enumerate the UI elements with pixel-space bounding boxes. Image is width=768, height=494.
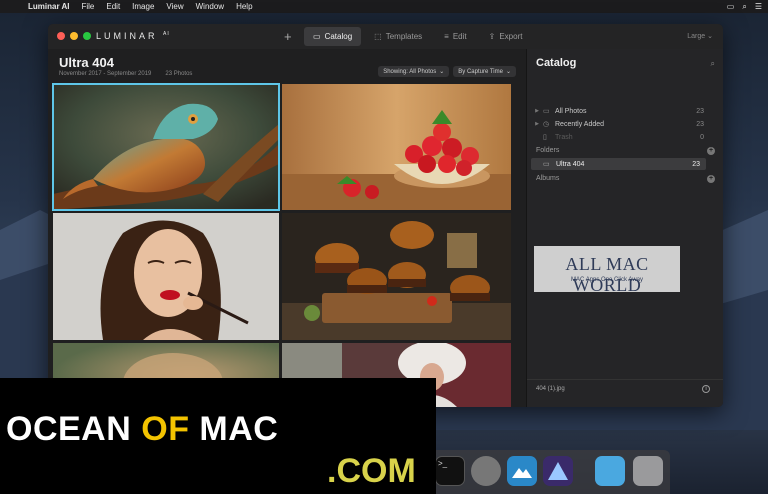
templates-icon: ⬚ bbox=[374, 32, 382, 41]
add-photos-icon[interactable]: + bbox=[284, 29, 292, 44]
search-icon[interactable]: ⌕ bbox=[711, 59, 715, 69]
disclosure-arrow-icon[interactable]: ▶ bbox=[527, 108, 539, 114]
sort-filter[interactable]: By Capture Time ⌄ bbox=[453, 66, 516, 77]
photo-tile-woman-lipstick[interactable] bbox=[53, 213, 279, 340]
album-meta: November 2017 - September 2019 23 Photos bbox=[59, 71, 192, 77]
mode-tabs: ▭ Catalog ⬚ Templates ≡ Edit ⇪ Export bbox=[304, 27, 531, 46]
clock-icon: ◷ bbox=[543, 121, 550, 128]
add-album-icon[interactable]: + bbox=[707, 175, 715, 183]
catalog-item-recently-added[interactable]: ▶ ◷ Recently Added 23 bbox=[527, 118, 723, 130]
tab-export[interactable]: ⇪ Export bbox=[480, 27, 532, 46]
woman-lipstick-photo bbox=[53, 213, 279, 340]
catalog-content: Ultra 404 November 2017 - September 2019… bbox=[48, 49, 516, 407]
photo-grid bbox=[52, 83, 511, 407]
album-title: Ultra 404 bbox=[59, 55, 114, 70]
selected-file-bar: 404 (1).jpg i bbox=[527, 379, 723, 397]
minimize-button[interactable] bbox=[70, 32, 78, 40]
chevron-down-icon: ⌄ bbox=[505, 69, 511, 75]
zoom-button[interactable] bbox=[83, 32, 91, 40]
banner-suffix: .COM bbox=[327, 452, 416, 490]
disclosure-arrow-icon[interactable]: ▶ bbox=[527, 121, 539, 127]
albums-heading: Albums bbox=[536, 175, 560, 182]
tab-catalog[interactable]: ▭ Catalog bbox=[304, 27, 362, 46]
folder-icon: ▭ bbox=[313, 32, 321, 41]
strawberries-photo bbox=[282, 84, 511, 210]
folders-heading: Folders bbox=[536, 147, 560, 154]
export-icon: ⇪ bbox=[488, 32, 496, 41]
watermark-title: ALL MAC WORLD bbox=[565, 254, 649, 295]
trash-icon: ▯ bbox=[543, 134, 547, 141]
sliders-icon: ≡ bbox=[444, 32, 449, 41]
burgers-photo bbox=[282, 213, 511, 340]
search-icon[interactable]: ⌕ bbox=[742, 2, 746, 12]
catalog-panel: Catalog ⌕ ▶ ▭ All Photos 23 ▶ ◷ Recently… bbox=[526, 49, 723, 407]
menu-edit[interactable]: Edit bbox=[106, 2, 120, 11]
terminal-icon[interactable]: >_ bbox=[435, 456, 465, 486]
album-date-range: November 2017 - September 2019 bbox=[59, 71, 152, 77]
site-banner: OCEAN OF MAC .COM bbox=[0, 378, 436, 494]
window-controls bbox=[57, 32, 91, 40]
add-folder-icon[interactable]: + bbox=[707, 147, 715, 155]
chevron-down-icon: ⌄ bbox=[439, 69, 445, 75]
folder-icon: ▭ bbox=[543, 161, 550, 168]
photo-tile-burgers[interactable] bbox=[282, 213, 511, 340]
menu-view[interactable]: View bbox=[166, 2, 183, 11]
trash-icon[interactable] bbox=[633, 456, 663, 486]
filter-bar: Showing: All Photos ⌄ By Capture Time ⌄ bbox=[378, 66, 516, 77]
catalog-item-all-photos[interactable]: ▶ ▭ All Photos 23 bbox=[527, 105, 723, 117]
menu-help[interactable]: Help bbox=[236, 2, 252, 11]
folder-item-ultra-404[interactable]: ▭ Ultra 404 23 bbox=[531, 158, 706, 170]
title-bar: LUMINAR AI + ▭ Catalog ⬚ Templates ≡ Edi… bbox=[48, 24, 723, 49]
chameleon-photo bbox=[53, 84, 279, 210]
airplay-icon[interactable]: ▭ bbox=[727, 2, 735, 11]
luminar-ai-dock-icon[interactable] bbox=[543, 456, 573, 486]
catalog-item-trash[interactable]: ▯ Trash 0 bbox=[527, 131, 723, 143]
watermark-subtitle: MAC Apps One Click Away bbox=[571, 277, 643, 283]
album-photo-count: 23 Photos bbox=[165, 71, 193, 77]
chevron-down-icon: ⌄ bbox=[707, 33, 713, 40]
control-center-icon[interactable]: ☰ bbox=[755, 2, 762, 11]
close-button[interactable] bbox=[57, 32, 65, 40]
menu-app-name[interactable]: Luminar AI bbox=[28, 2, 69, 11]
triangle-icon bbox=[548, 462, 568, 480]
info-icon[interactable]: i bbox=[702, 384, 710, 393]
menu-window[interactable]: Window bbox=[196, 2, 224, 11]
banner-brand: OCEAN OF MAC bbox=[6, 410, 279, 448]
panel-title: Catalog bbox=[536, 57, 577, 69]
downloads-folder-icon[interactable] bbox=[595, 456, 625, 486]
photos-icon: ▭ bbox=[543, 108, 550, 115]
luminar-dock-icon[interactable] bbox=[507, 456, 537, 486]
thumbnail-size-select[interactable]: Large ⌄ bbox=[687, 32, 713, 40]
mountain-icon bbox=[512, 468, 532, 478]
selected-file-name: 404 (1).jpg bbox=[536, 385, 565, 392]
tab-templates[interactable]: ⬚ Templates bbox=[365, 27, 431, 46]
photo-tile-strawberries[interactable] bbox=[282, 84, 511, 210]
photo-tile-chameleon[interactable] bbox=[52, 83, 280, 211]
luminar-logo: LUMINAR AI bbox=[96, 31, 170, 41]
system-preferences-icon[interactable] bbox=[471, 456, 501, 486]
luminar-window: LUMINAR AI + ▭ Catalog ⬚ Templates ≡ Edi… bbox=[48, 24, 723, 407]
showing-filter[interactable]: Showing: All Photos ⌄ bbox=[378, 66, 450, 77]
menu-bar: Luminar AI File Edit Image View Window H… bbox=[0, 0, 768, 13]
watermark: ALL MAC WORLD MAC Apps One Click Away bbox=[534, 246, 680, 295]
menu-file[interactable]: File bbox=[81, 2, 94, 11]
tab-edit[interactable]: ≡ Edit bbox=[435, 27, 475, 46]
menu-image[interactable]: Image bbox=[132, 2, 154, 11]
